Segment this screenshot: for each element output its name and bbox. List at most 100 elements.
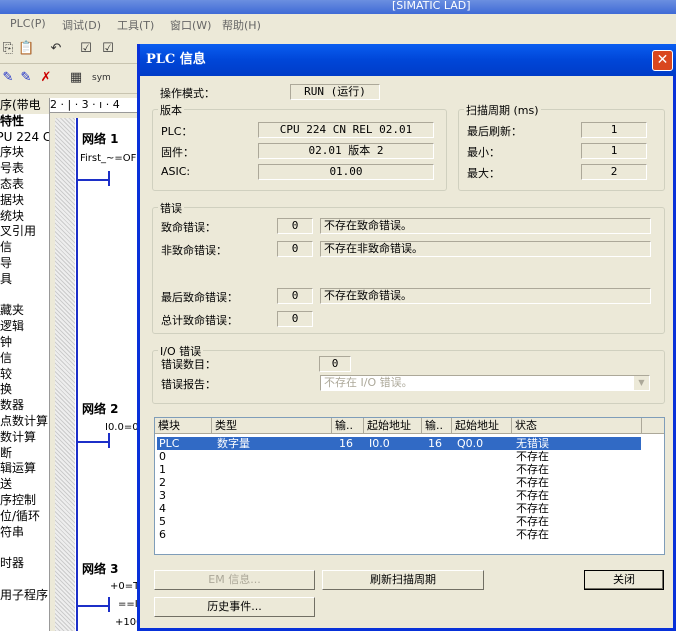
paste-icon[interactable]: 📋 xyxy=(18,41,34,57)
tree-item[interactable]: 传送 xyxy=(0,477,49,493)
network-delete-icon[interactable]: ✗ xyxy=(38,70,54,86)
tree-item[interactable]: 比较 xyxy=(0,367,49,383)
tree-item[interactable]: 调用子程序 xyxy=(0,588,49,604)
network-insert-icon[interactable]: ✎ xyxy=(0,70,16,86)
undo-icon[interactable]: ↶ xyxy=(48,41,64,57)
tree-item[interactable]: 移位/循环 xyxy=(0,509,49,525)
tree-item[interactable]: 中断 xyxy=(0,446,49,462)
table-cell: 16 xyxy=(339,437,353,450)
tree-item[interactable]: 字符串 xyxy=(0,525,49,541)
close-icon[interactable]: ✕ xyxy=(652,50,673,71)
chevron-down-icon[interactable]: ▼ xyxy=(634,376,649,390)
contact-icon xyxy=(108,597,110,612)
table-cell: 0 xyxy=(159,450,166,463)
network-2-operand: I0.0=0 xyxy=(105,422,139,433)
table-cell: 不存在 xyxy=(516,515,549,528)
check-icon[interactable]: ☑ xyxy=(78,41,94,57)
window-title: [SIMATIC LAD] xyxy=(392,0,471,12)
tree-item[interactable]: 位逻辑 xyxy=(0,319,49,335)
scan-min-value: 1 xyxy=(581,143,647,159)
menu-debug[interactable]: 调试(D) xyxy=(62,17,101,33)
io-report-dropdown[interactable]: 不存在 I/O 错误。 ▼ xyxy=(320,375,650,391)
tree-item[interactable]: 属特性 xyxy=(0,114,49,130)
tree-item[interactable]: 工具 xyxy=(0,272,49,288)
mode-value: RUN (运行) xyxy=(290,84,380,100)
column-header[interactable]: 输.. xyxy=(422,418,452,434)
total-fatal-count: 0 xyxy=(277,311,313,327)
table-cell: 2 xyxy=(159,476,166,489)
tree-item[interactable]: 收藏夹 xyxy=(0,303,49,319)
close-button[interactable]: 关闭 xyxy=(584,570,664,590)
asic-label: ASIC: xyxy=(161,165,191,178)
tree-item[interactable]: 时钟 xyxy=(0,335,49,351)
tree-item[interactable]: CPU 224 CN xyxy=(0,130,49,146)
refresh-scan-button[interactable]: 刷新扫描周期 xyxy=(322,570,484,590)
column-header[interactable]: 起始地址 xyxy=(364,418,422,434)
tree-item[interactable]: 逻辑运算 xyxy=(0,461,49,477)
tree-item[interactable]: 向导 xyxy=(0,256,49,272)
io-errors-group: I/O 错误 错误数目： 0 错误报告： 不存在 I/O 错误。 ▼ xyxy=(152,343,665,404)
network-3-label: 网络 3 xyxy=(82,562,119,576)
column-header[interactable]: 输.. xyxy=(332,418,364,434)
last-fatal-text: 不存在致命错误。 xyxy=(320,288,651,304)
tree-item[interactable]: 交叉引用 xyxy=(0,224,49,240)
column-header[interactable]: 类型 xyxy=(212,418,332,434)
tree-item[interactable]: 表 xyxy=(0,540,49,556)
tree-item[interactable]: 通信 xyxy=(0,240,49,256)
column-header[interactable]: 状态 xyxy=(512,418,642,434)
tree-item[interactable]: 库 xyxy=(0,572,49,588)
firmware-label: 固件： xyxy=(161,146,194,159)
contact-icon xyxy=(108,171,110,186)
tree-item[interactable]: 浮点数计算 xyxy=(0,414,49,430)
column-header[interactable]: 模块 xyxy=(155,418,212,434)
tree-item[interactable]: 通信 xyxy=(0,351,49,367)
history-events-button[interactable]: 历史事件... xyxy=(154,597,315,617)
project-tree[interactable]: 程序(带电 属特性CPU 224 CN程序块符号表状态表数据块系统块交叉引用通信… xyxy=(0,98,50,631)
copy-icon[interactable]: ⎘ xyxy=(0,41,16,57)
menu-window[interactable]: 窗口(W) xyxy=(170,17,211,33)
window-title-bar: [SIMATIC LAD] xyxy=(0,0,676,14)
tree-item[interactable]: 数据块 xyxy=(0,193,49,209)
column-header[interactable]: 起始地址 xyxy=(452,418,512,434)
network-1-label: 网络 1 xyxy=(82,132,119,146)
table-cell: 无错误 xyxy=(516,437,549,450)
menu-plc[interactable]: PLC(P) xyxy=(10,17,46,30)
table-row[interactable]: 1 不存在 xyxy=(157,463,641,476)
io-count-label: 错误数目： xyxy=(161,358,216,371)
tree-item[interactable]: 程序控制 xyxy=(0,493,49,509)
tree-item[interactable]: 状态表 xyxy=(0,177,49,193)
last-fatal-count: 0 xyxy=(277,288,313,304)
tree-item[interactable]: 符号表 xyxy=(0,161,49,177)
plc-info-dialog: PLC 信息 ✕ 操作模式： RUN (运行) 版本 PLC： CPU 224 … xyxy=(137,44,676,631)
scan-title: 扫描周期 (ms) xyxy=(464,102,541,118)
version-title: 版本 xyxy=(158,102,184,118)
tree-item[interactable]: 计数器 xyxy=(0,398,49,414)
tree-item[interactable]: 转换 xyxy=(0,382,49,398)
tree-item[interactable] xyxy=(0,288,49,304)
table-row[interactable]: 0 不存在 xyxy=(157,450,641,463)
tree-item[interactable]: 程序块 xyxy=(0,145,49,161)
tree-item[interactable]: 系统块 xyxy=(0,209,49,225)
table-cell: 1 xyxy=(159,463,166,476)
symbol-table-icon[interactable]: ▦ xyxy=(68,70,84,86)
symbol-icon[interactable]: sym xyxy=(92,70,111,86)
table-row[interactable]: PLC 数字量 16 I0.0 16 Q0.0 无错误 xyxy=(156,436,642,451)
table-row[interactable]: 2 不存在 xyxy=(157,476,641,489)
scan-last-value: 1 xyxy=(581,122,647,138)
em-info-button[interactable]: EM 信息... xyxy=(154,570,315,590)
menu-tools[interactable]: 工具(T) xyxy=(117,17,154,33)
network-3-compare: ==I xyxy=(118,599,138,610)
menu-help[interactable]: 帮助(H) xyxy=(222,17,261,33)
check-all-icon[interactable]: ☑ xyxy=(100,41,116,57)
table-row[interactable]: 4 不存在 xyxy=(157,502,641,515)
scan-cycle-group: 扫描周期 (ms) 最后刷新： 1 最小： 1 最大： 2 xyxy=(458,102,665,191)
nonfatal-text: 不存在非致命错误。 xyxy=(320,241,651,257)
network-edit-icon[interactable]: ✎ xyxy=(18,70,34,86)
tree-item[interactable]: 定时器 xyxy=(0,556,49,572)
module-table[interactable]: 模块 类型 输.. 起始地址 输.. 起始地址 状态 PLC 数字量 16 I0.0 16 Q0.0 无错… xyxy=(154,417,665,555)
table-row[interactable]: 3 不存在 xyxy=(157,489,641,502)
errors-title: 错误 xyxy=(158,200,184,216)
table-row[interactable]: 6 不存在 xyxy=(157,528,641,541)
table-row[interactable]: 5 不存在 xyxy=(157,515,641,528)
tree-item[interactable]: 整数计算 xyxy=(0,430,49,446)
